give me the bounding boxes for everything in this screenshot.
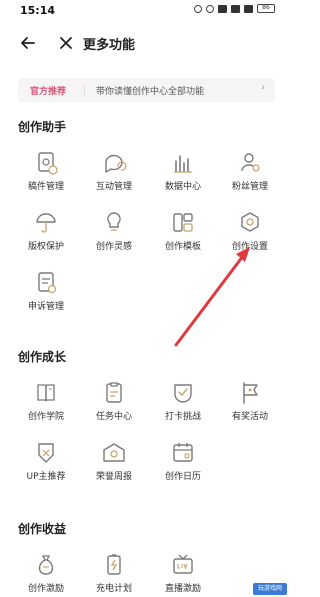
item-label: 数据中心	[164, 182, 201, 192]
alarm-icon	[194, 4, 202, 13]
item-label: 申诉管理	[27, 302, 64, 312]
close-icon[interactable]	[56, 33, 76, 53]
manuscript-icon	[38, 152, 58, 175]
settings-icon	[241, 212, 259, 232]
grid-item-interaction[interactable]: 互动管理	[84, 150, 144, 196]
item-label: 创作模板	[164, 242, 201, 252]
item-label: 直播激励	[164, 584, 201, 594]
grid-item-up-recommend[interactable]: UP主推荐	[16, 440, 76, 486]
umbrella-icon	[36, 213, 56, 233]
lightbulb-icon	[107, 212, 121, 231]
grid-item-inspiration[interactable]: 创作灵感	[84, 210, 144, 256]
checkin-icon	[174, 384, 192, 403]
item-label: 充电计划	[95, 584, 132, 594]
grid-item-data-center[interactable]: 数据中心	[153, 150, 213, 196]
appeal-icon	[38, 272, 57, 294]
grid-item-checkin[interactable]: 打卡挑战	[153, 380, 213, 426]
battery-icon: 86	[257, 4, 275, 13]
fans-icon	[241, 153, 260, 172]
item-label: 创作激励	[27, 584, 64, 594]
item-label: UP主推荐	[26, 472, 66, 482]
grid-item-charge-plan[interactable]: 充电计划	[84, 552, 144, 597]
task-icon	[106, 382, 122, 403]
page-title: 更多功能	[83, 38, 136, 53]
grid-item-live-incentive[interactable]: 直播激励	[153, 552, 213, 597]
interaction-icon	[105, 154, 127, 173]
item-label: 荣誉周报	[95, 472, 132, 482]
flag-icon	[243, 382, 258, 404]
status-bar: 15:14 86	[0, 0, 289, 22]
item-label: 粉丝管理	[231, 182, 268, 192]
item-label: 创作日历	[164, 472, 201, 482]
live-icon	[173, 554, 193, 574]
money-bag-icon	[38, 555, 54, 575]
grid-item-academy[interactable]: 创作学院	[16, 380, 76, 426]
grid-item-honor-weekly[interactable]: 荣誉周报	[84, 440, 144, 486]
calendar-icon	[173, 443, 193, 462]
chevron-right-icon: ›	[261, 83, 265, 93]
grid-item-template[interactable]: 创作模板	[153, 210, 213, 256]
official-recommend-banner[interactable]: 官方推荐 带你读懂创作中心全部功能 ›	[18, 78, 275, 102]
section-title-creation-assistant: 创作助手	[18, 120, 67, 134]
item-label: 版权保护	[27, 242, 64, 252]
grid-item-manuscript[interactable]: 稿件管理	[16, 150, 76, 196]
grid-item-calendar[interactable]: 创作日历	[153, 440, 213, 486]
back-arrow-icon[interactable]	[18, 33, 38, 53]
grid-item-settings[interactable]: 创作设置	[220, 210, 280, 256]
item-label: 稿件管理	[27, 182, 64, 192]
academy-icon	[37, 384, 55, 402]
bluetooth-icon	[206, 4, 214, 13]
section-title-creation-income: 创作收益	[18, 522, 67, 536]
item-label: 互动管理	[95, 182, 132, 192]
item-label: 创作灵感	[95, 242, 132, 252]
item-label: 任务中心	[95, 412, 132, 422]
grid-item-creation-incentive[interactable]: 创作激励	[16, 552, 76, 597]
grid-item-copyright[interactable]: 版权保护	[16, 210, 76, 256]
watermark-logo: 玩游戏网	[253, 583, 287, 595]
item-label: 创作学院	[27, 412, 64, 422]
signal-icon	[231, 4, 240, 13]
item-label: 有奖活动	[231, 412, 268, 422]
banner-text: 带你读懂创作中心全部功能	[96, 87, 205, 97]
grid-item-appeal[interactable]: 申诉管理	[16, 270, 76, 316]
bar-chart-icon	[174, 155, 192, 173]
grid-item-task-center[interactable]: 任务中心	[84, 380, 144, 426]
status-icons: 86	[194, 4, 275, 13]
grid-item-fans[interactable]: 粉丝管理	[220, 150, 280, 196]
banner-divider	[84, 85, 85, 95]
item-label: 打卡挑战	[164, 412, 201, 422]
recommend-icon	[38, 443, 54, 463]
header: 更多功能	[0, 28, 289, 58]
honor-icon	[103, 443, 125, 462]
hd-icon	[218, 4, 227, 13]
grid-item-prize-activity[interactable]: 有奖活动	[220, 380, 280, 426]
section-title-creation-growth: 创作成长	[18, 350, 67, 364]
wifi-icon	[244, 4, 253, 13]
template-icon	[173, 213, 193, 232]
item-label: 创作设置	[231, 242, 268, 252]
status-time: 15:14	[20, 4, 56, 17]
banner-tag: 官方推荐	[30, 87, 67, 97]
battery-charge-icon	[107, 554, 121, 575]
